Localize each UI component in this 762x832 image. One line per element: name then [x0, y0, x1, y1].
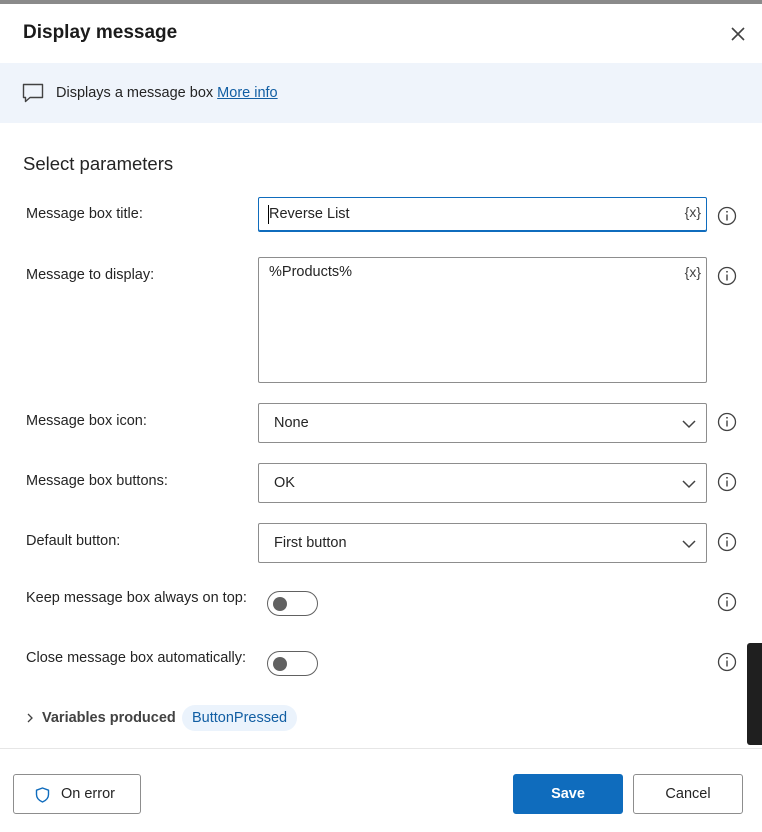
chevron-down-icon: [682, 540, 696, 549]
toggle-knob: [273, 657, 287, 671]
save-label: Save: [551, 786, 585, 802]
dialog-title: Display message: [23, 22, 178, 43]
save-button[interactable]: Save: [513, 774, 623, 814]
message-box-buttons-select[interactable]: OK: [258, 463, 707, 503]
footer-divider: [0, 748, 762, 749]
info-icon[interactable]: [717, 592, 737, 612]
toggle-knob: [273, 597, 287, 611]
message-box-title-value: Reverse List: [269, 206, 350, 222]
chevron-down-icon: [682, 480, 696, 489]
info-icon[interactable]: [717, 472, 737, 492]
message-icon: [22, 83, 44, 103]
shield-icon: [35, 787, 50, 803]
info-icon[interactable]: [717, 266, 737, 286]
message-to-display-label: Message to display:: [26, 267, 155, 283]
section-title: Select parameters: [23, 153, 174, 174]
selected-value: None: [274, 415, 309, 431]
more-info-link[interactable]: More info: [217, 85, 277, 101]
chevron-down-icon: [682, 420, 696, 429]
selected-value: First button: [274, 535, 347, 551]
on-error-label: On error: [61, 786, 115, 802]
chevron-right-icon: [27, 713, 33, 723]
insert-variable-button[interactable]: {x}: [685, 204, 701, 220]
cancel-button[interactable]: Cancel: [633, 774, 743, 814]
window-top-border: [0, 0, 762, 4]
info-bar: Displays a message box More info: [0, 63, 762, 123]
message-box-title-input[interactable]: Reverse List {x}: [258, 197, 707, 232]
message-to-display-input[interactable]: %Products% {x}: [258, 257, 707, 383]
info-icon[interactable]: [717, 652, 737, 672]
cancel-label: Cancel: [665, 786, 711, 802]
message-box-icon-label: Message box icon:: [26, 413, 147, 429]
variables-produced-label: Variables produced: [42, 710, 176, 726]
always-on-top-toggle[interactable]: [267, 591, 318, 616]
close-icon[interactable]: [726, 22, 750, 46]
message-to-display-value: %Products%: [269, 264, 353, 280]
always-on-top-label: Keep message box always on top:: [26, 590, 247, 606]
info-description: Displays a message box More info: [56, 85, 278, 101]
close-automatically-label: Close message box automatically:: [26, 650, 247, 666]
variable-chip[interactable]: ButtonPressed: [182, 705, 298, 731]
message-box-title-label: Message box title:: [26, 206, 143, 222]
insert-variable-button[interactable]: {x}: [685, 264, 701, 280]
side-panel-edge: [747, 643, 762, 745]
message-box-buttons-label: Message box buttons:: [26, 473, 168, 489]
close-automatically-toggle[interactable]: [267, 651, 318, 676]
selected-value: OK: [274, 475, 295, 491]
info-icon[interactable]: [717, 532, 737, 552]
on-error-button[interactable]: On error: [13, 774, 141, 814]
info-text: Displays a message box: [56, 85, 214, 101]
info-icon[interactable]: [717, 206, 737, 226]
default-button-label: Default button:: [26, 533, 121, 549]
info-icon[interactable]: [717, 412, 737, 432]
message-box-icon-select[interactable]: None: [258, 403, 707, 443]
default-button-select[interactable]: First button: [258, 523, 707, 563]
